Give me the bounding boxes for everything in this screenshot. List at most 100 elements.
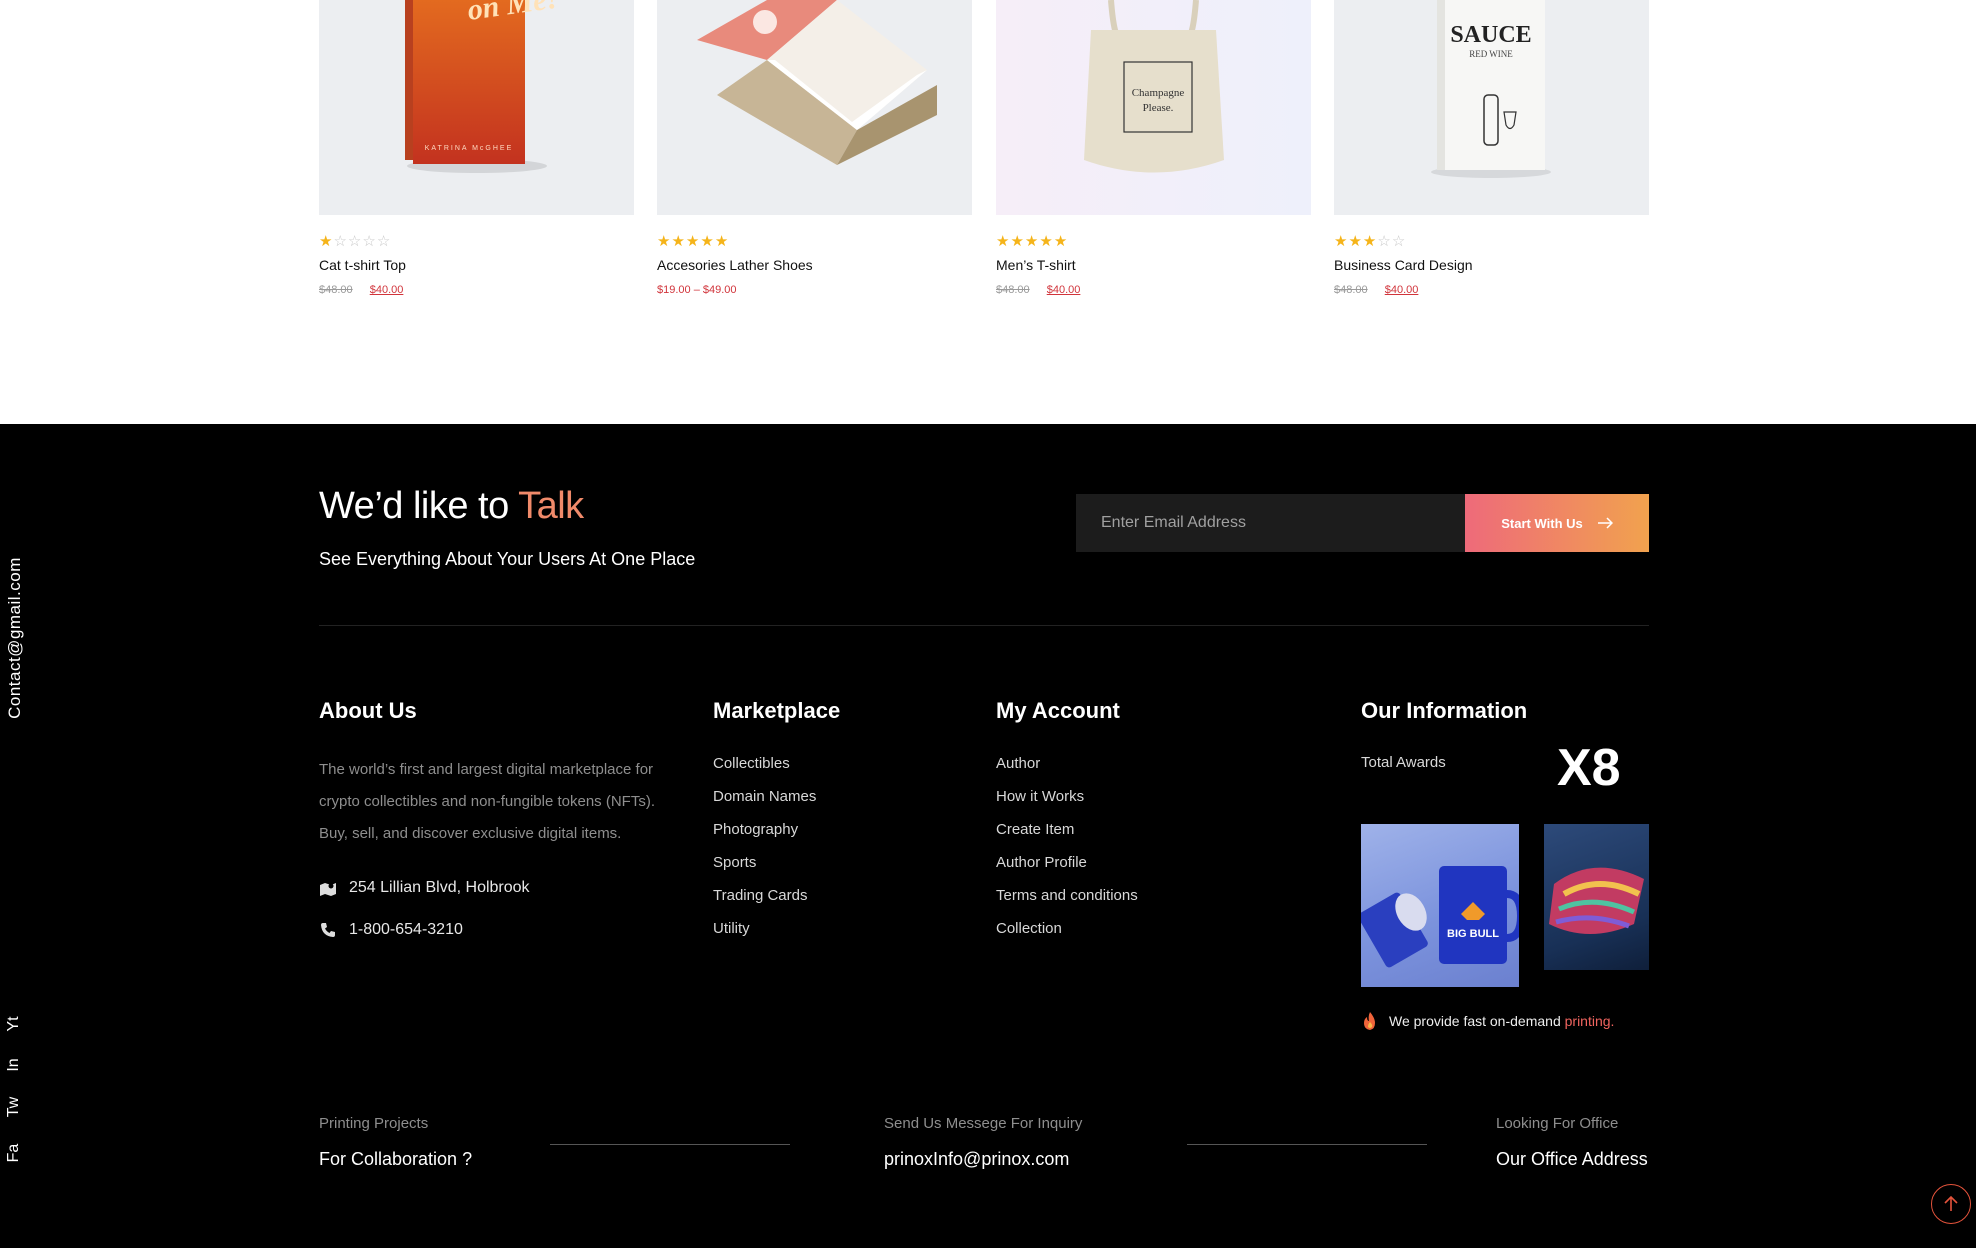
newsletter-email-input[interactable] [1076,494,1465,552]
gallery-thumb-mug[interactable]: BIG BULL [1361,824,1519,987]
map-icon [319,879,337,897]
svg-text:Champagne: Champagne [1132,87,1185,99]
phone-icon [319,921,337,939]
fire-icon [1364,1012,1375,1030]
svg-text:RED WINE: RED WINE [1469,49,1513,59]
star-icon: ★ [1348,233,1362,250]
star-icon: ★ [671,233,685,250]
arrow-right-icon [1597,517,1613,529]
link-utility[interactable]: Utility [713,919,816,952]
sale-price: $40.00 [1046,284,1081,296]
svg-text:BIG BULL: BIG BULL [1447,928,1499,940]
marketplace-links: Collectibles Domain Names Photography Sp… [713,754,816,952]
social-link-twitter[interactable]: Tw [3,1094,25,1120]
arrow-up-icon [1944,1196,1958,1211]
product-name[interactable]: Accesories Lather Shoes [657,257,813,273]
star-icon: ★ [1010,233,1024,250]
star-icon: ☆ [1377,233,1391,250]
sale-price: $40.00 [369,284,404,296]
printing-text: We provide fast on-demand [1389,1013,1565,1029]
product-card[interactable]: on Me! KATRINA McGHEE ★ ☆ ☆ ☆ ☆ Cat t-shirt … [319,0,634,296]
info-title: Our Information [1361,698,1528,723]
product-image[interactable]: Champagne Please. [996,0,1311,215]
phone-text[interactable]: 1-800-654-3210 [349,921,463,939]
scroll-to-top-button[interactable] [1931,1184,1971,1224]
social-link-linkedin[interactable]: In [3,1052,25,1078]
start-button-label: Start With Us [1501,515,1583,531]
link-author[interactable]: Author [996,754,1138,787]
printing-link[interactable]: printing. [1565,1013,1615,1029]
product-name[interactable]: Cat t-shirt Top [319,257,406,273]
products-section: on Me! KATRINA McGHEE ★ ☆ ☆ ☆ ☆ Cat t-shirt … [0,0,1976,424]
product-image[interactable]: SAUCE RED WINE [1334,0,1649,215]
marketplace-title: Marketplace [713,698,841,723]
star-icon: ☆ [376,233,391,250]
bottom-value-email[interactable]: prinoxInfo@prinox.com [884,1149,1069,1170]
link-collection[interactable]: Collection [996,919,1138,952]
bottom-value-collaboration[interactable]: For Collaboration ? [319,1149,472,1170]
link-domain-names[interactable]: Domain Names [713,787,816,820]
link-terms[interactable]: Terms and conditions [996,886,1138,919]
start-with-us-button[interactable]: Start With Us [1465,494,1649,552]
talk-subtitle: See Everything About Your Users At One P… [319,549,696,569]
link-collectibles[interactable]: Collectibles [713,754,816,787]
side-contact-email[interactable]: Contact@gmail.com [4,552,26,724]
rating-stars: ★ ★ ★ ★ ★ [996,234,1067,250]
product-card[interactable]: Champagne Please. ★ ★ ★ ★ ★ Men’s T-shirt $4… [996,0,1311,296]
link-sports[interactable]: Sports [713,853,816,886]
star-icon: ☆ [333,233,347,250]
account-title: My Account [996,698,1120,723]
mug-image: BIG BULL [1361,866,1519,968]
product-name[interactable]: Business Card Design [1334,257,1473,273]
product-price: $48.00 $40.00 [319,284,403,296]
social-link-facebook[interactable]: Fa [3,1140,25,1166]
talk-heading-highlight: Talk [518,485,584,527]
star-icon: ☆ [1391,233,1406,250]
bottom-separator [550,1144,790,1145]
sauce-pack-image: SAUCE RED WINE [1334,0,1649,215]
phone-row[interactable]: 1-800-654-3210 [319,921,463,939]
link-trading-cards[interactable]: Trading Cards [713,886,816,919]
bottom-separator [1187,1144,1427,1145]
star-icon: ★ [714,233,729,250]
price-range: $19.00 – $49.00 [657,284,737,296]
footer-divider [319,625,1649,626]
product-image[interactable] [657,0,972,215]
star-icon: ★ [996,233,1010,250]
awards-label: Total Awards [1361,754,1446,771]
sale-price: $40.00 [1384,284,1419,296]
bottom-value-office[interactable]: Our Office Address [1496,1149,1648,1170]
old-price: $48.00 [319,284,353,296]
shoes-image [1549,867,1644,934]
address-text: 254 Lillian Blvd, Holbrook [349,879,530,896]
gallery-thumb-shoes[interactable] [1544,824,1649,970]
product-card[interactable]: ★ ★ ★ ★ ★ Accesories Lather Shoes $19.00 – $… [657,0,972,296]
product-name[interactable]: Men’s T-shirt [996,257,1076,273]
about-title: About Us [319,698,417,723]
product-price: $48.00 $40.00 [1334,284,1418,296]
star-icon: ★ [1362,233,1377,250]
star-icon: ☆ [362,233,376,250]
social-link-youtube[interactable]: Yt [3,1011,25,1037]
bottom-label-office: Looking For Office [1496,1115,1619,1132]
star-icon: ★ [1024,233,1039,250]
product-price: $19.00 – $49.00 [657,284,737,296]
box-image [657,0,972,215]
svg-text:KATRINA McGHEE: KATRINA McGHEE [425,145,514,152]
svg-text:Please.: Please. [1143,102,1174,114]
link-create-item[interactable]: Create Item [996,820,1138,853]
star-icon: ★ [657,233,671,250]
link-photography[interactable]: Photography [713,820,816,853]
talk-heading: We’d like to Talk [319,485,584,527]
star-icon: ★ [1053,233,1068,250]
old-price: $48.00 [1334,284,1368,296]
printing-note: We provide fast on-demand printing. [1361,1011,1614,1031]
product-image[interactable]: on Me! KATRINA McGHEE [319,0,634,215]
link-how-it-works[interactable]: How it Works [996,787,1138,820]
book-image: on Me! KATRINA McGHEE [319,0,634,215]
link-author-profile[interactable]: Author Profile [996,853,1138,886]
product-card[interactable]: SAUCE RED WINE ★ ★ ★ ☆ ☆ Business Card Desig… [1334,0,1649,296]
star-icon: ★ [1039,233,1053,250]
address-row: 254 Lillian Blvd, Holbrook [319,879,530,897]
product-price: $48.00 $40.00 [996,284,1080,296]
